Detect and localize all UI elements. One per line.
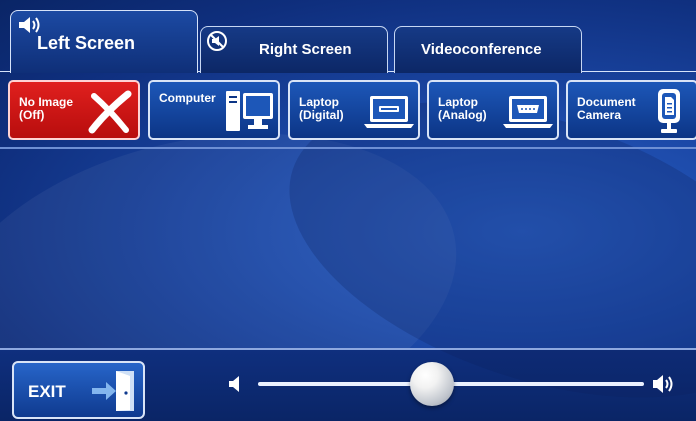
exit-door-icon [92, 371, 134, 411]
computer-button[interactable]: Computer [148, 80, 280, 140]
laptop-digital-icon [364, 96, 414, 128]
laptop-digital-button[interactable]: Laptop (Digital) [288, 80, 420, 140]
button-label: Computer [159, 91, 216, 105]
button-label: No Image (Off) [19, 95, 74, 122]
button-label: EXIT [28, 382, 66, 401]
tab-label: Videoconference [421, 41, 542, 58]
volume-up-icon[interactable] [652, 372, 680, 396]
computer-icon [226, 91, 273, 131]
x-icon [88, 90, 132, 134]
laptop-analog-button[interactable]: Laptop (Analog) [427, 80, 559, 140]
volume-down-icon[interactable] [228, 374, 246, 394]
tab-right-screen[interactable]: Right Screen [200, 26, 388, 73]
button-label: Laptop (Analog) [438, 95, 487, 122]
laptop-analog-icon [503, 96, 553, 128]
touch-panel-screen: Left Screen Right Screen Videoconference… [0, 0, 696, 421]
volume-slider-handle[interactable] [409, 362, 454, 406]
speaker-icon [19, 17, 40, 33]
no-image-off-button[interactable]: No Image (Off) [8, 80, 140, 140]
exit-button[interactable]: EXIT [12, 361, 145, 419]
tab-videoconference[interactable]: Videoconference [394, 26, 582, 73]
tab-label: Right Screen [259, 41, 352, 58]
muted-speaker-icon [207, 31, 227, 51]
button-label: Laptop (Digital) [299, 95, 344, 122]
tab-left-screen[interactable]: Left Screen [10, 10, 198, 73]
document-camera-icon [658, 89, 680, 133]
divider-line [0, 147, 696, 149]
document-camera-button[interactable]: Document Camera [566, 80, 696, 140]
divider-line [0, 348, 696, 350]
tab-label: Left Screen [37, 33, 136, 53]
button-label: Document Camera [577, 95, 636, 122]
